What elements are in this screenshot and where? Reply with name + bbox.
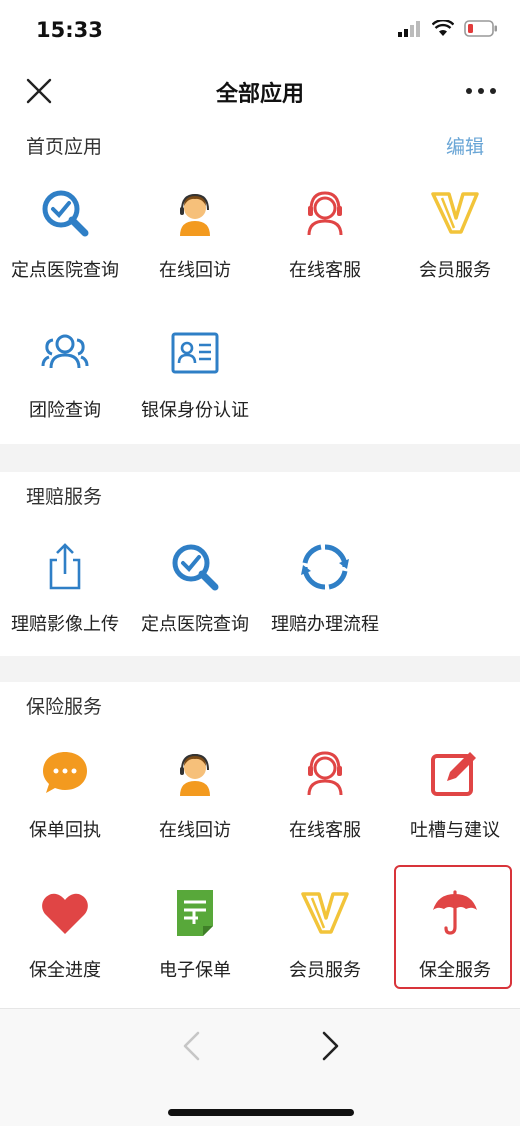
chat-bubble-icon xyxy=(43,752,87,793)
forward-arrow-icon[interactable] xyxy=(318,1029,344,1063)
e-policy-document-icon xyxy=(177,890,213,936)
section-home-apps: 首页应用 编辑 定点医院查询 在线回访 在线客服 会员服务 团险查询 银保身份认… xyxy=(0,122,520,444)
wifi-icon xyxy=(432,20,454,36)
status-bar: 15:33 xyxy=(0,0,520,62)
edit-feedback-icon xyxy=(431,752,476,796)
app-tile[interactable]: 银保身份认证 xyxy=(130,328,260,458)
v-membership-icon xyxy=(431,192,479,234)
app-label: 在线回访 xyxy=(159,820,231,841)
customer-service-icon xyxy=(307,191,343,236)
app-tile[interactable]: 会员服务 xyxy=(260,888,390,1018)
app-label: 保单回执 xyxy=(29,820,101,841)
section-claims: 理赔服务 理赔影像上传 定点医院查询 理赔办理流程 xyxy=(0,472,520,656)
battery-icon xyxy=(464,20,497,37)
app-label: 团险查询 xyxy=(29,400,101,421)
upload-share-icon xyxy=(49,543,81,590)
heart-icon xyxy=(42,893,88,934)
refresh-cycle-icon xyxy=(301,544,349,590)
app-label: 在线回访 xyxy=(159,260,231,281)
app-tile[interactable]: 在线客服 xyxy=(260,188,390,318)
home-indicator[interactable] xyxy=(168,1109,354,1116)
edit-button[interactable]: 编辑 xyxy=(446,132,484,159)
group-users-icon xyxy=(41,334,89,369)
section-title-home-apps: 首页应用 xyxy=(26,136,103,158)
back-arrow-icon[interactable] xyxy=(178,1029,204,1063)
app-label: 会员服务 xyxy=(419,260,491,281)
app-tile[interactable]: 在线回访 xyxy=(130,748,260,878)
app-tile[interactable]: 在线客服 xyxy=(260,748,390,878)
customer-service-icon xyxy=(307,751,343,796)
agent-headset-icon xyxy=(180,193,210,236)
agent-headset-icon xyxy=(180,753,210,796)
id-card-icon xyxy=(171,332,219,374)
app-tile[interactable]: 保全进度 xyxy=(0,888,130,1018)
app-label: 定点医院查询 xyxy=(141,614,249,635)
section-divider xyxy=(0,444,520,472)
app-label: 在线客服 xyxy=(289,260,361,281)
app-tile[interactable]: 定点医院查询 xyxy=(0,188,130,318)
magnifier-check-icon xyxy=(172,544,219,591)
magnifier-check-icon xyxy=(42,190,89,237)
section-title-insurance: 保险服务 xyxy=(26,696,103,718)
app-label: 银保身份认证 xyxy=(141,400,249,421)
app-label: 理赔办理流程 xyxy=(271,614,379,635)
app-tile[interactable]: 电子保单 xyxy=(130,888,260,1018)
app-tile[interactable]: 定点医院查询 xyxy=(130,542,260,672)
app-label: 在线客服 xyxy=(289,820,361,841)
section-divider xyxy=(0,656,520,682)
app-label: 理赔影像上传 xyxy=(11,614,119,635)
more-icon[interactable] xyxy=(464,76,498,106)
section-insurance: 保险服务 保单回执 在线回访 在线客服 吐槽与建议 保全进度 电子保单 会员服务… xyxy=(0,682,520,1008)
app-label: 电子保单 xyxy=(159,960,231,981)
page-title: 全部应用 xyxy=(215,82,304,107)
app-label: 保全服务 xyxy=(419,960,491,981)
umbrella-icon xyxy=(433,890,477,935)
nav-bar: 全部应用 xyxy=(0,62,520,122)
app-tile[interactable]: 理赔影像上传 xyxy=(0,542,130,672)
app-label: 定点医院查询 xyxy=(11,260,119,281)
app-tile[interactable]: 团险查询 xyxy=(0,328,130,458)
app-tile[interactable]: 理赔办理流程 xyxy=(260,542,390,672)
bottom-toolbar xyxy=(0,1008,520,1126)
app-tile[interactable]: 会员服务 xyxy=(390,188,520,318)
status-time: 15:33 xyxy=(36,18,103,42)
app-tile[interactable]: 在线回访 xyxy=(130,188,260,318)
app-tile[interactable]: 保全服务 xyxy=(390,888,520,1018)
v-membership-icon xyxy=(301,892,349,934)
section-title-claims: 理赔服务 xyxy=(26,486,103,508)
status-icons xyxy=(398,20,498,37)
app-label: 保全进度 xyxy=(29,960,101,981)
app-label: 吐槽与建议 xyxy=(410,820,500,841)
app-label: 会员服务 xyxy=(289,960,361,981)
app-tile[interactable]: 保单回执 xyxy=(0,748,130,878)
app-tile[interactable]: 吐槽与建议 xyxy=(390,748,520,878)
signal-icon xyxy=(398,20,420,37)
